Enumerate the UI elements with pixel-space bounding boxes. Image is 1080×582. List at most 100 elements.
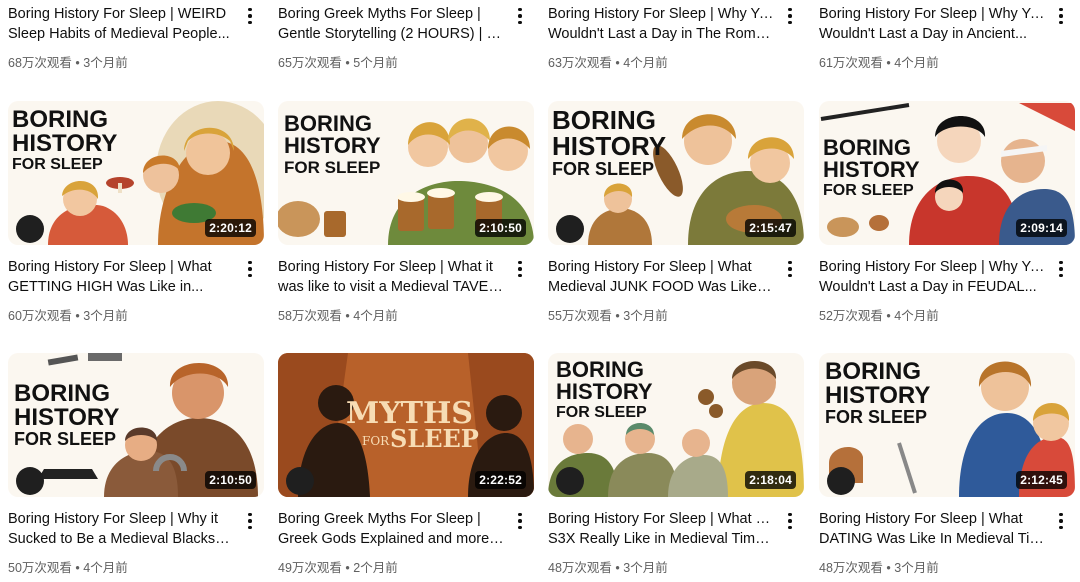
video-title[interactable]: Boring History For Sleep | Why You Would… [819,257,1045,297]
more-vert-icon[interactable] [780,6,800,26]
video-thumbnail[interactable]: MYTHS FOR SLEEP 2:22:52 [278,353,534,497]
video-title[interactable]: Boring Greek Myths For Sleep | Gentle St… [278,4,504,44]
video-title-line[interactable]: GETTING HIGH Was Like in... [8,277,234,297]
video-title[interactable]: Boring History For Sleep | Why it Sucked… [8,509,234,549]
meta-separator: • [615,309,620,323]
upload-age: 3个月前 [623,309,668,323]
view-count: 48万次观看 [819,561,883,575]
video-title[interactable]: Boring History For Sleep | WEIRD Sleep H… [8,4,234,44]
video-grid: Boring History For Sleep | WEIRD Sleep H… [0,0,1080,582]
video-title-line[interactable]: Boring History For Sleep | What it [278,257,504,277]
thumbnail-text: HISTORY [14,404,119,431]
video-title-line[interactable]: Sleep Habits of Medieval People... [8,24,234,44]
upload-age: 4个月前 [353,309,398,323]
thumbnail-text: HISTORY [556,379,653,404]
video-thumbnail[interactable]: BORING HISTORY FOR SLEEP 2:20:12 [8,101,264,245]
video-thumbnail[interactable]: BORING HISTORY FOR SLEEP 2:12:45 [819,353,1075,497]
upload-age: 2个月前 [353,561,398,575]
more-vert-icon[interactable] [1051,259,1071,279]
video-title-line[interactable]: Boring Greek Myths For Sleep | [278,4,504,24]
thumbnail-text: FOR SLEEP [552,159,654,179]
meta-separator: • [75,56,80,70]
thumbnail-text: FOR SLEEP [823,182,914,199]
thumbnail-text: FOR SLEEP [12,156,103,173]
video-title-line[interactable]: Wouldn't Last a Day in FEUDAL... [819,277,1045,297]
thumbnail-text: FOR SLEEP [825,407,927,427]
thumbnail-text: SLEEP [390,424,479,453]
video-title[interactable]: Boring History For Sleep | What Medieval… [548,257,774,297]
more-vert-icon[interactable] [510,6,530,26]
video-meta: 65万次观看 • 5个月前 [278,52,398,71]
video-title-line[interactable]: Sucked to Be a Medieval Blacksmi... [8,529,234,549]
more-vert-icon[interactable] [240,259,260,279]
video-thumbnail[interactable]: BORING HISTORY FOR SLEEP 2:15:47 [548,101,804,245]
thumbnail-text: FOR SLEEP [14,429,116,449]
view-count: 61万次观看 [819,56,883,70]
video-title-line[interactable]: Boring History For Sleep | What [819,509,1045,529]
video-thumbnail[interactable]: BORING HISTORY FOR SLEEP 2:09:14 [819,101,1075,245]
view-count: 50万次观看 [8,561,72,575]
video-title-line[interactable]: Boring History For Sleep | Why You [819,4,1045,24]
video-title-line[interactable]: Boring History For Sleep | Why You [819,257,1045,277]
video-duration: 2:15:47 [745,219,796,237]
video-title[interactable]: Boring History For Sleep | What it was l… [278,257,504,297]
video-title-line[interactable]: Greek Gods Explained and more | ... [278,529,504,549]
meta-separator: • [75,309,80,323]
video-title[interactable]: Boring History For Sleep | What GETTING … [8,257,234,297]
video-title-line[interactable]: Gentle Storytelling (2 HOURS) | 3... [278,24,504,44]
upload-age: 3个月前 [83,309,128,323]
meta-separator: • [615,56,620,70]
video-title-line[interactable]: was like to visit a Medieval TAVER... [278,277,504,297]
video-title-line[interactable]: Boring Greek Myths For Sleep | [278,509,504,529]
upload-age: 4个月前 [623,56,668,70]
video-duration: 2:10:50 [205,471,256,489]
video-thumbnail[interactable]: BORING HISTORY FOR SLEEP 2:18:04 [548,353,804,497]
upload-age: 3个月前 [83,56,128,70]
video-title-line[interactable]: Boring History For Sleep | What Was [548,509,774,529]
video-thumbnail[interactable]: BORING HISTORY FOR SLEEP 2:10:50 [8,353,264,497]
thumbnail-text: FOR SLEEP [556,404,647,421]
thumbnail-text: HISTORY [823,157,920,182]
video-title-line[interactable]: Boring History For Sleep | Why it [8,509,234,529]
meta-separator: • [345,309,350,323]
upload-age: 4个月前 [894,309,939,323]
more-vert-icon[interactable] [1051,6,1071,26]
video-title[interactable]: Boring History For Sleep | Why You Would… [819,4,1045,44]
video-title[interactable]: Boring History For Sleep | Why You Would… [548,4,774,44]
video-title-line[interactable]: Boring History For Sleep | What [548,257,774,277]
more-vert-icon[interactable] [780,259,800,279]
video-duration: 2:18:04 [745,471,796,489]
more-vert-icon[interactable] [510,259,530,279]
video-meta: 60万次观看 • 3个月前 [8,305,128,324]
more-vert-icon[interactable] [1051,511,1071,531]
video-title[interactable]: Boring History For Sleep | What Was S3X … [548,509,774,549]
video-title-line[interactable]: DATING Was Like In Medieval Tim... [819,529,1045,549]
view-count: 55万次观看 [548,309,612,323]
view-count: 60万次观看 [8,309,72,323]
video-title-line[interactable]: Boring History For Sleep | What [8,257,234,277]
view-count: 48万次观看 [548,561,612,575]
more-vert-icon[interactable] [240,511,260,531]
video-title-line[interactable]: Boring History For Sleep | Why You [548,4,774,24]
video-title-line[interactable]: Medieval JUNK FOOD Was Like an... [548,277,774,297]
video-meta: 49万次观看 • 2个月前 [278,557,398,576]
video-meta: 50万次观看 • 4个月前 [8,557,128,576]
video-meta: 58万次观看 • 4个月前 [278,305,398,324]
video-meta: 63万次观看 • 4个月前 [548,52,668,71]
video-title[interactable]: Boring History For Sleep | What DATING W… [819,509,1045,549]
video-meta: 52万次观看 • 4个月前 [819,305,939,324]
view-count: 68万次观看 [8,56,72,70]
more-vert-icon[interactable] [510,511,530,531]
video-title[interactable]: Boring Greek Myths For Sleep | Greek God… [278,509,504,549]
more-vert-icon[interactable] [780,511,800,531]
video-thumbnail[interactable]: BORING HISTORY FOR SLEEP 2:10:50 [278,101,534,245]
thumbnail-text: HISTORY [552,131,666,161]
video-title-line[interactable]: Wouldn't Last a Day in Ancient... [819,24,1045,44]
video-title-line[interactable]: S3X Really Like in Medieval Times... [548,529,774,549]
video-title-line[interactable]: Boring History For Sleep | WEIRD [8,4,234,24]
more-vert-icon[interactable] [240,6,260,26]
video-duration: 2:22:52 [475,471,526,489]
thumbnail-text: BORING [14,380,110,407]
upload-age: 3个月前 [894,561,939,575]
video-title-line[interactable]: Wouldn't Last a Day in The Roman... [548,24,774,44]
